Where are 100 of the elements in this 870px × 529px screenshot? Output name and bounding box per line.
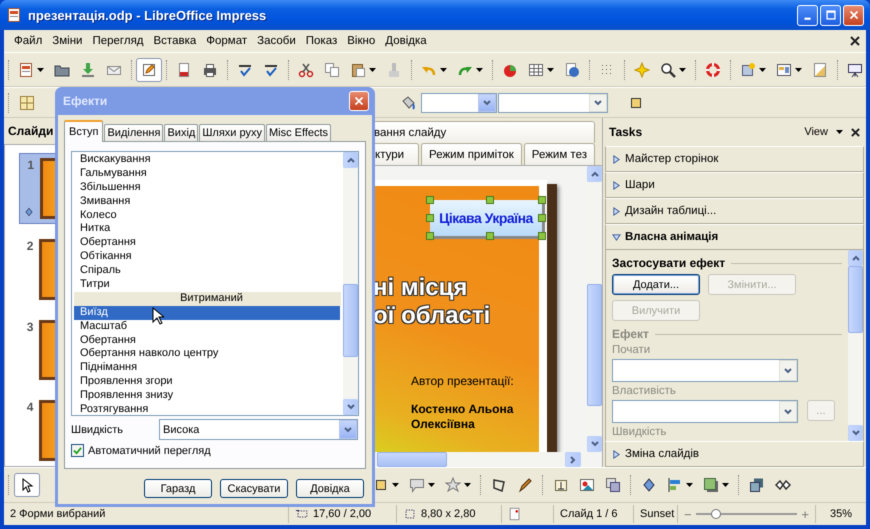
list-item[interactable]: Піднімання [72, 361, 343, 376]
button[interactable]: Скасувати [220, 479, 288, 498]
list-item[interactable]: Обтікання [72, 250, 343, 264]
caret-icon[interactable] [464, 483, 471, 487]
caret-icon[interactable] [722, 483, 729, 487]
menu-item[interactable]: Формат [201, 33, 252, 49]
maximize-button[interactable] [820, 4, 841, 26]
menu-item[interactable]: Перегляд [87, 33, 149, 49]
resize-handle[interactable] [426, 214, 434, 222]
presentation-icon[interactable] [847, 62, 863, 78]
triangle-right-icon[interactable] [612, 450, 621, 458]
tab[interactable]: Misc Effects [266, 124, 332, 141]
minimize-button[interactable] [797, 4, 818, 26]
pdf-icon[interactable] [176, 62, 192, 78]
section-header[interactable]: Майстер сторінок [605, 146, 864, 172]
printer-icon[interactable] [202, 62, 218, 78]
button[interactable]: Довідка [296, 479, 364, 498]
callout-icon[interactable] [409, 477, 425, 493]
scroll-up-button[interactable] [587, 166, 602, 182]
text-frame-icon[interactable] [553, 477, 569, 493]
scrollbar-thumb[interactable] [587, 284, 602, 406]
help-icon[interactable] [705, 62, 721, 78]
list-item[interactable]: Збільшення [72, 180, 343, 195]
zoom-icon[interactable] [660, 62, 676, 78]
checkbox-label[interactable]: Автоматичний перегляд [88, 444, 211, 456]
list-item[interactable]: Масштаб [72, 320, 343, 334]
close-button[interactable] [843, 4, 864, 26]
paste-icon[interactable] [350, 62, 366, 78]
edit-icon[interactable] [141, 62, 157, 78]
scroll-down-button[interactable] [343, 399, 358, 415]
menu-item[interactable]: Вікно [342, 33, 380, 49]
tab[interactable]: Вихід [164, 124, 198, 141]
caret-icon[interactable] [392, 483, 399, 487]
scroll-up-button[interactable] [848, 250, 863, 266]
scissors-icon[interactable] [298, 62, 314, 78]
list-item[interactable]: Обертання [72, 334, 343, 348]
scroll-down-button[interactable] [848, 425, 863, 441]
list-item[interactable]: Розтягування [72, 403, 343, 415]
dropdown-field[interactable] [498, 92, 608, 112]
triangle-right-icon[interactable] [612, 206, 621, 216]
star-icon[interactable] [445, 477, 461, 493]
list-item[interactable]: Обертання [72, 236, 343, 250]
menu-item[interactable]: Файл [9, 33, 48, 49]
polygon-icon[interactable] [491, 477, 507, 493]
scrollbar[interactable] [848, 250, 863, 441]
caret-icon[interactable] [428, 483, 435, 487]
scrollbar[interactable] [587, 166, 602, 452]
menu-item[interactable]: Засоби [252, 33, 301, 49]
tab[interactable]: Шляхи руху [199, 124, 265, 141]
scroll-down-button[interactable] [587, 436, 602, 452]
triangle-right-icon[interactable] [612, 180, 621, 190]
list-item[interactable]: Вискакування [72, 153, 343, 167]
tab[interactable]: Виділення [104, 124, 164, 141]
caret-icon[interactable] [547, 68, 554, 72]
scrollbar-thumb[interactable] [377, 452, 447, 467]
resize-handle[interactable] [538, 214, 546, 222]
list-item[interactable]: Спіраль [72, 264, 343, 278]
view-tab[interactable]: Режим тез [524, 143, 595, 165]
table-icon[interactable] [528, 62, 544, 78]
section-header[interactable]: Власна анімація [605, 224, 864, 250]
caret-icon[interactable] [836, 130, 843, 134]
scroll-up-button[interactable] [343, 152, 358, 168]
maximize-icon[interactable] [824, 8, 838, 22]
pen-icon[interactable] [517, 477, 533, 493]
menu-item[interactable]: Показ [300, 33, 342, 49]
list-item[interactable]: Змивання [72, 194, 343, 209]
scrollbar-thumb[interactable] [343, 284, 358, 358]
list-item[interactable]: Обертання навколо центру [72, 347, 343, 362]
panes-icon[interactable] [19, 94, 35, 110]
list-item[interactable]: Проявлення знизу [72, 389, 343, 404]
resize-handle[interactable] [486, 232, 494, 240]
section-header[interactable]: Дизайн таблиці... [605, 198, 864, 224]
caret-icon[interactable] [795, 68, 802, 72]
triangle-right-icon[interactable] [612, 154, 621, 164]
rectangle-icon[interactable] [373, 477, 389, 493]
list-item[interactable]: Нитка [72, 222, 343, 236]
resize-handle[interactable] [538, 196, 546, 204]
arrange-icon[interactable] [749, 477, 765, 493]
tab[interactable]: Вступ [64, 120, 104, 142]
image-icon[interactable] [579, 477, 595, 493]
new-slide-icon[interactable] [812, 62, 828, 78]
dropdown-field[interactable]: Висока [159, 419, 358, 440]
button[interactable]: Додати... [612, 274, 700, 295]
triangle-down-icon[interactable] [612, 232, 621, 242]
list-item[interactable]: Титри [72, 278, 343, 292]
button[interactable]: Гаразд [144, 479, 212, 498]
shadow-icon[interactable] [703, 477, 719, 493]
scrollbar-thumb[interactable] [848, 266, 863, 333]
caret-icon[interactable] [759, 68, 766, 72]
layout-icon[interactable] [776, 62, 792, 78]
menu-item[interactable]: Довідка [380, 33, 432, 49]
list-item[interactable]: Проявлення згори [72, 375, 343, 390]
dropdown-field[interactable] [612, 359, 798, 382]
menu-item[interactable]: Вставка [148, 33, 202, 49]
zoom-in-button[interactable]: + [801, 506, 809, 522]
list-item[interactable]: Колесо [72, 208, 343, 222]
section-header[interactable]: Шари [605, 172, 864, 198]
resize-handle[interactable] [486, 196, 494, 204]
scrollbar[interactable] [343, 152, 358, 415]
new-document-icon[interactable] [18, 62, 34, 78]
